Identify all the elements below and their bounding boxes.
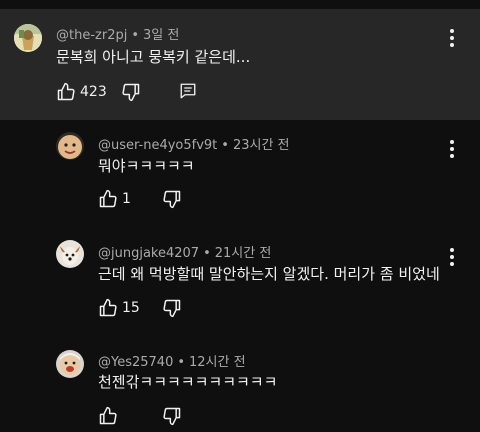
like-button[interactable] xyxy=(98,298,118,318)
avatar[interactable] xyxy=(56,240,84,268)
reply-text: 근데 왜 먹방할때 말안하는지 알겠다. 머리가 좀 비었네 xyxy=(98,265,440,283)
reply-meta: @Yes25740 • 12시간 전 xyxy=(98,355,246,370)
comment-meta: @the-zr2pj • 3일 전 xyxy=(56,28,180,43)
thumbs-down-icon xyxy=(163,299,181,318)
reply-author[interactable]: @jungjake4207 xyxy=(98,246,199,261)
highlighted-comment: @the-zr2pj • 3일 전 문복희 아니고 뭉복키 같은데... 423 xyxy=(0,9,480,120)
reply-button[interactable] xyxy=(179,82,197,100)
thumbs-up-icon xyxy=(99,189,117,208)
like-count: 1 xyxy=(122,191,131,207)
reply-text: 천젠갂ㅋㅋㅋㅋㅋㅋㅋㅋㅋㅋ xyxy=(98,373,278,391)
avatar-image xyxy=(56,350,84,378)
avatar[interactable] xyxy=(56,350,84,378)
like-button[interactable] xyxy=(98,189,118,209)
thumbs-up-icon xyxy=(99,406,117,425)
dislike-button[interactable] xyxy=(162,189,182,209)
thumbs-up-icon xyxy=(57,82,75,101)
comment-author[interactable]: @the-zr2pj xyxy=(56,28,127,43)
thumbs-up-icon xyxy=(99,298,117,317)
reply-text: 뭐야ㅋㅋㅋㅋㅋ xyxy=(98,157,195,175)
reply-time: 21시간 전 xyxy=(214,246,272,261)
dislike-button[interactable] xyxy=(162,406,182,426)
dislike-button[interactable] xyxy=(162,298,182,318)
like-count: 15 xyxy=(122,300,140,316)
reply-meta: @jungjake4207 • 21시간 전 xyxy=(98,246,272,261)
reply-time: 12시간 전 xyxy=(189,355,246,370)
reply-meta: @user-ne4yo5fv9t • 23시간 전 xyxy=(98,138,290,153)
comment-reply-icon xyxy=(180,83,196,99)
comment-time: 3일 전 xyxy=(143,28,180,43)
comment-text: 문복희 아니고 뭉복키 같은데... xyxy=(56,48,251,66)
reply-time: 23시간 전 xyxy=(232,138,290,153)
like-button[interactable] xyxy=(98,406,118,426)
avatar-image xyxy=(56,240,84,268)
like-count: 423 xyxy=(80,84,107,100)
avatar[interactable] xyxy=(56,132,84,160)
more-options-button[interactable] xyxy=(442,137,462,161)
avatar[interactable] xyxy=(14,24,42,52)
top-strip xyxy=(0,0,480,9)
reply-author[interactable]: @Yes25740 xyxy=(98,355,173,370)
like-button[interactable] xyxy=(56,82,76,102)
more-options-button[interactable] xyxy=(442,26,462,50)
thumbs-down-icon xyxy=(163,407,181,426)
more-options-button[interactable] xyxy=(442,245,462,269)
thumbs-down-icon xyxy=(163,190,181,209)
avatar-image xyxy=(56,132,84,160)
dislike-button[interactable] xyxy=(121,82,141,102)
thumbs-down-icon xyxy=(122,83,140,102)
reply-author[interactable]: @user-ne4yo5fv9t xyxy=(98,138,217,153)
avatar-image xyxy=(14,24,42,52)
